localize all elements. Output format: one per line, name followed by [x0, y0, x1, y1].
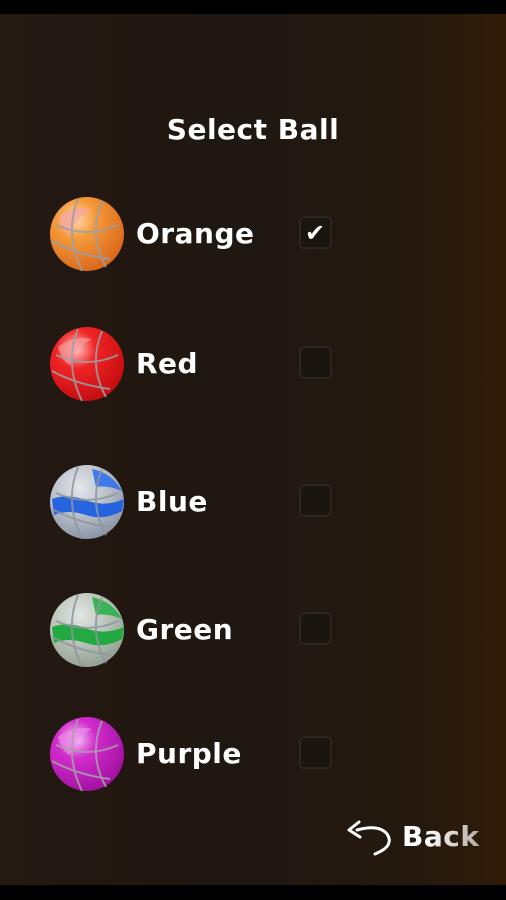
- purple-ball-icon: [48, 715, 126, 793]
- status-bar: [0, 0, 506, 14]
- ball-option-purple[interactable]: Purple: [0, 715, 506, 795]
- ball-option-orange[interactable]: Orange ✔: [0, 195, 506, 275]
- checkbox-green[interactable]: [299, 612, 332, 645]
- orange-ball-icon: [48, 195, 126, 273]
- back-button[interactable]: Back: [345, 814, 495, 864]
- ball-label-blue: Blue: [136, 485, 208, 518]
- ball-label-red: Red: [136, 347, 199, 380]
- checkmark-icon: ✔: [305, 219, 326, 247]
- navigation-bar: [0, 885, 506, 900]
- select-ball-screen: Select Ball Orange ✔ Red Blue Green Purp…: [0, 14, 506, 885]
- undo-arrow-icon: [345, 818, 397, 864]
- page-title: Select Ball: [166, 113, 340, 146]
- red-ball-icon: [48, 325, 126, 403]
- ball-option-red[interactable]: Red: [0, 325, 506, 405]
- ball-option-blue[interactable]: Blue: [0, 463, 506, 543]
- ball-label-orange: Orange: [136, 217, 255, 250]
- checkbox-red[interactable]: [299, 346, 332, 379]
- checkbox-blue[interactable]: [299, 484, 332, 517]
- ball-option-green[interactable]: Green: [0, 591, 506, 671]
- checkbox-orange[interactable]: ✔: [299, 216, 332, 249]
- blue-ball-icon: [48, 463, 126, 541]
- ball-label-purple: Purple: [136, 737, 242, 770]
- green-ball-icon: [48, 591, 126, 669]
- checkbox-purple[interactable]: [299, 736, 332, 769]
- back-label: Back: [402, 820, 480, 853]
- ball-label-green: Green: [136, 613, 234, 646]
